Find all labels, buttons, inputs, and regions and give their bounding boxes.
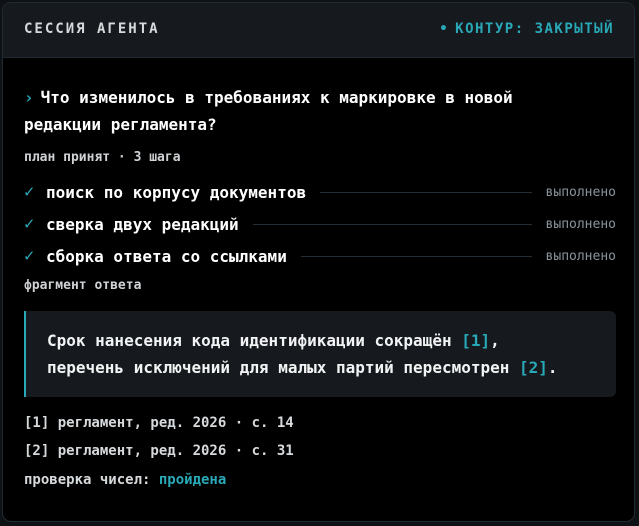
step-status: выполнено (545, 216, 616, 232)
plan-summary: план принят · 3 шага (24, 150, 181, 165)
citation-link-1[interactable]: [1] (461, 331, 490, 350)
user-query: › Что изменилось в требованиях к маркиров… (24, 84, 584, 138)
session-header: СЕССИЯ АГЕНТА • КОНТУР: ЗАКРЫТЫЙ (3, 3, 634, 58)
step-label: сверка двух редакций (46, 214, 239, 234)
answer-punct: , (490, 331, 500, 350)
reference-list: [1] регламент, ред. 2026 · с. 14 [2] рег… (24, 413, 294, 469)
step-status: выполнено (545, 184, 616, 200)
plan-step: ✓ сверка двух редакций выполнено (24, 208, 616, 240)
plan-steps: ✓ поиск по корпусу документов выполнено … (24, 176, 616, 272)
step-divider (252, 223, 532, 225)
reference-item: [1] регламент, ред. 2026 · с. 14 (24, 415, 294, 431)
step-label: сборка ответа со ссылками (46, 246, 287, 266)
query-text: Что изменилось в требованиях к маркировк… (24, 88, 513, 134)
number-check: проверка чисел: пройдена (24, 472, 226, 488)
answer-text: Срок нанесения кода идентификации сокращ… (47, 331, 462, 350)
step-status: выполнено (545, 248, 616, 264)
step-label: поиск по корпусу документов (46, 182, 307, 202)
citation-link-2[interactable]: [2] (519, 358, 548, 377)
answer-line: перечень исключений для малых партий пер… (47, 354, 616, 381)
answer-fragment: Срок нанесения кода идентификации сокращ… (24, 311, 616, 397)
answer-punct: . (547, 358, 558, 377)
step-divider (300, 255, 532, 257)
circuit-status-label: КОНТУР: ЗАКРЫТЫЙ (455, 21, 614, 37)
plan-step: ✓ поиск по корпусу документов выполнено (24, 176, 616, 208)
status-dot-icon: • (439, 21, 450, 37)
step-divider (320, 191, 532, 193)
check-icon: ✓ (24, 182, 35, 202)
plan-step: ✓ сборка ответа со ссылками выполнено (24, 240, 616, 272)
reference-item: [2] регламент, ред. 2026 · с. 31 (24, 443, 294, 459)
check-icon: ✓ (24, 214, 35, 234)
session-title: СЕССИЯ АГЕНТА (24, 21, 160, 37)
number-check-status: пройдена (158, 472, 227, 488)
answer-fragment-label: фрагмент ответа (24, 278, 142, 293)
circuit-status: • КОНТУР: ЗАКРЫТЫЙ (439, 21, 614, 37)
answer-text: перечень исключений для малых партий пер… (47, 358, 520, 377)
number-check-label: проверка чисел: (24, 472, 159, 488)
chevron-right-icon: › (24, 88, 34, 107)
answer-line: Срок нанесения кода идентификации сокращ… (47, 327, 616, 354)
agent-session-panel: СЕССИЯ АГЕНТА • КОНТУР: ЗАКРЫТЫЙ › Что изм… (2, 2, 635, 522)
check-icon: ✓ (24, 246, 35, 266)
